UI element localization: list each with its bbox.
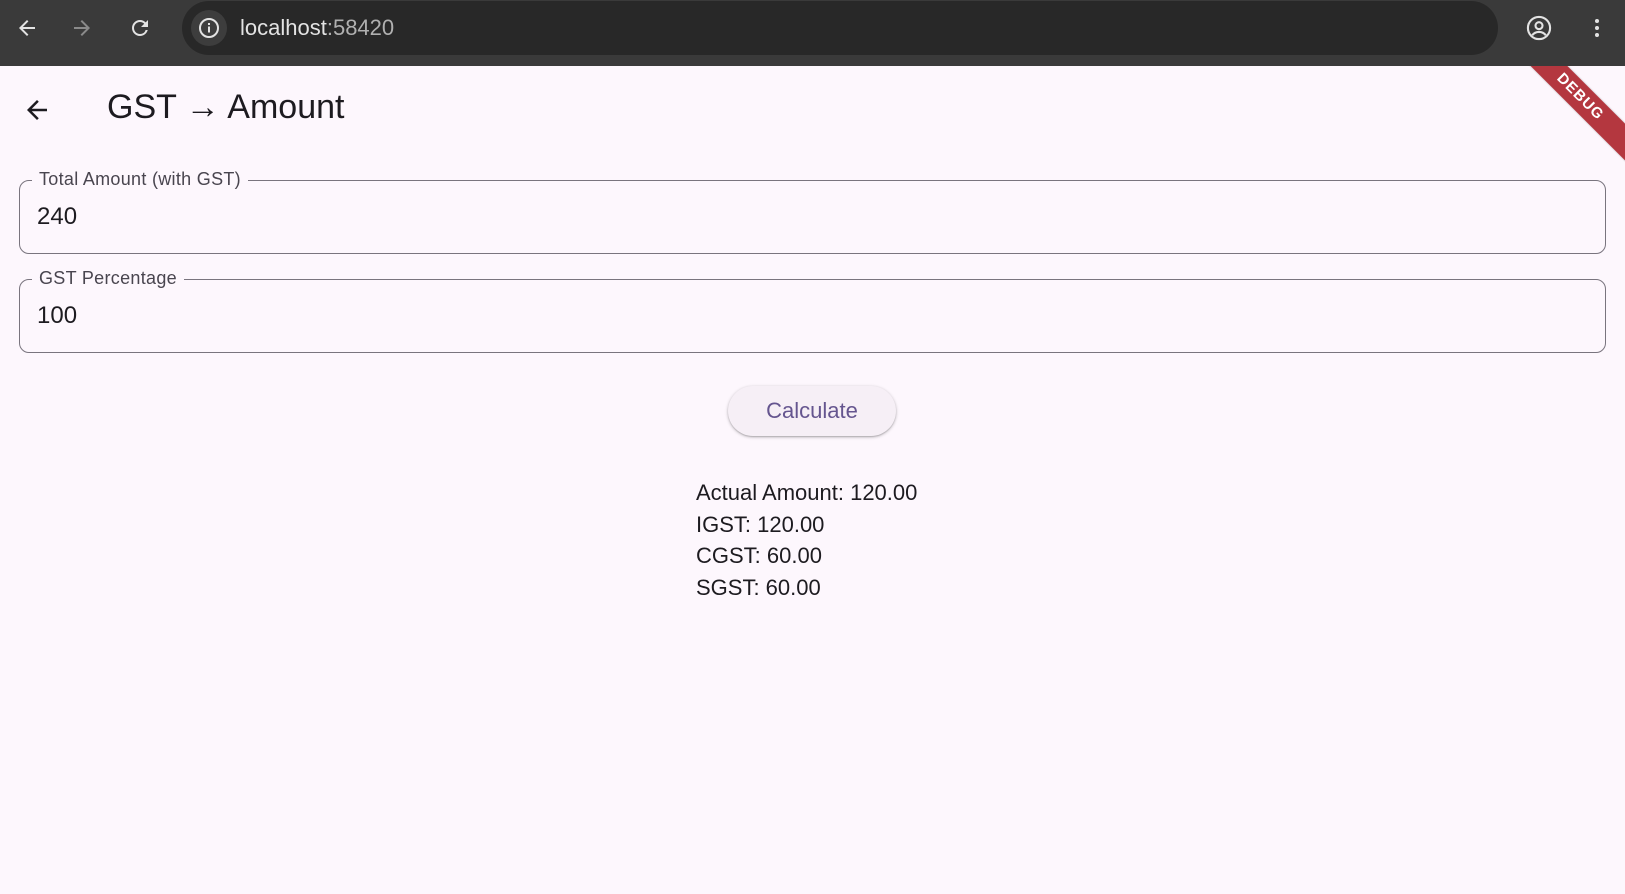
total-amount-input[interactable] — [37, 199, 1577, 235]
arrow-right-icon — [74, 20, 90, 36]
total-amount-field[interactable]: Total Amount (with GST) — [19, 168, 1606, 254]
browser-menu-button[interactable] — [1580, 11, 1614, 45]
url-text[interactable]: localhost:58420 — [240, 15, 394, 41]
arrow-back-icon — [27, 100, 47, 120]
more-vert-icon — [1595, 19, 1599, 37]
gst-percentage-label: GST Percentage — [32, 267, 184, 289]
cgst-result: CGST: 60.00 — [696, 543, 822, 568]
igst-result: IGST: 120.00 — [696, 511, 825, 537]
gst-percentage-field[interactable]: GST Percentage — [19, 267, 1606, 353]
profile-button[interactable] — [1522, 11, 1556, 45]
url-host: localhost — [240, 15, 327, 40]
account-circle-icon — [1526, 15, 1552, 41]
total-amount-label: Total Amount (with GST) — [32, 168, 248, 190]
back-button[interactable] — [17, 90, 57, 130]
arrow-left-icon — [19, 20, 35, 36]
site-info-button[interactable] — [191, 10, 227, 46]
address-bar[interactable]: localhost:58420 — [182, 1, 1498, 55]
info-icon — [199, 18, 219, 38]
url-port: :58420 — [326, 15, 395, 40]
browser-reload-button[interactable] — [123, 11, 157, 45]
browser-forward-button[interactable] — [65, 11, 99, 45]
browser-back-button[interactable] — [10, 11, 44, 45]
sgst-result: SGST: 60.00 — [696, 574, 821, 600]
app-body: GST → Amount Total Amount (with GST) GST… — [0, 66, 1625, 894]
debug-banner: DEBUG — [1510, 66, 1625, 167]
calculate-button[interactable]: Calculate — [728, 386, 896, 436]
page-title: GST → Amount — [107, 88, 345, 126]
actual-amount-result: Actual Amount: 120.00 — [696, 480, 918, 505]
browser-toolbar: localhost:58420 — [0, 0, 1625, 66]
results-panel: Actual Amount: 120.00 IGST: 120.00 CGST:… — [696, 477, 917, 603]
gst-percentage-input[interactable] — [37, 298, 1577, 334]
reload-icon — [132, 20, 148, 36]
